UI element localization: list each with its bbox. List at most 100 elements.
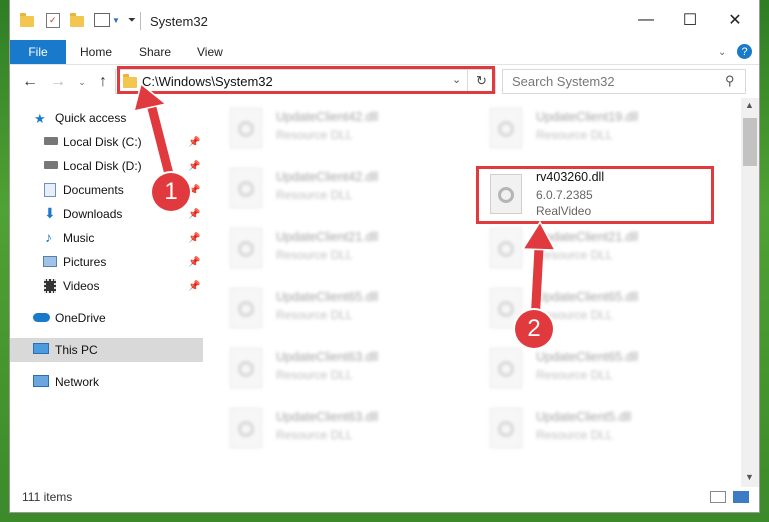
tab-home[interactable]: Home <box>80 40 112 64</box>
file-type: Resource DLL <box>536 128 613 142</box>
dll-file-icon <box>490 228 522 268</box>
dll-file-icon <box>230 348 262 388</box>
scrollbar-thumb[interactable] <box>743 118 757 166</box>
downloads-icon: ⬇ <box>44 205 56 221</box>
sidebar-item-pictures[interactable]: Pictures 📌 <box>10 250 203 274</box>
up-arrow-icon[interactable]: ↑ <box>93 72 113 92</box>
sidebar-item-label: This PC <box>55 343 98 357</box>
step-1-badge: 1 <box>152 173 190 211</box>
new-folder-icon[interactable] <box>70 13 84 27</box>
dll-file-icon <box>490 408 522 448</box>
list-item[interactable]: UpdateClient42.dll Resource DLL <box>230 104 470 154</box>
pin-icon[interactable]: 📌 <box>188 161 200 172</box>
folder-icon[interactable] <box>20 13 34 27</box>
list-item[interactable]: UpdateClient63.dll Resource DLL <box>230 344 470 394</box>
list-item[interactable]: UpdateClient21.dll Resource DLL <box>490 224 730 274</box>
sidebar-item-onedrive[interactable]: OneDrive <box>10 306 203 330</box>
help-icon[interactable]: ? <box>737 44 752 59</box>
network-icon <box>33 375 49 387</box>
videos-icon <box>44 279 56 293</box>
sidebar-item-label: Local Disk (C:) <box>63 135 142 149</box>
step-2-badge: 2 <box>515 310 553 348</box>
pin-icon[interactable]: 📌 <box>188 233 200 244</box>
list-item[interactable]: UpdateClient63.dll Resource DLL <box>230 404 470 454</box>
close-button[interactable]: ✕ <box>712 0 758 40</box>
sidebar-item-label: Network <box>55 375 100 389</box>
tiles-view-icon[interactable] <box>733 491 749 503</box>
file-type: Resource DLL <box>276 128 353 142</box>
sidebar-item-label: Music <box>63 231 95 245</box>
file-type: Resource DLL <box>536 368 613 382</box>
item-count: 111 items <box>22 490 73 504</box>
navigation-pane: ★ Quick access Local Disk (C:) 📌 Local D… <box>10 98 206 478</box>
list-item[interactable]: UpdateClient19.dll Resource DLL <box>490 104 730 154</box>
details-view-icon[interactable] <box>710 491 726 503</box>
explorer-window: ✓ ▼ ⏷ System32 — ☐ ✕ File Home Share Vie… <box>10 0 759 512</box>
file-name: UpdateClient21.dll <box>536 230 639 244</box>
computer-icon <box>33 343 49 354</box>
sidebar-item-label: Pictures <box>63 255 107 269</box>
window-title: System32 <box>150 14 208 29</box>
minimize-button[interactable]: — <box>623 0 669 40</box>
maximize-button[interactable]: ☐ <box>667 0 713 40</box>
search-icon: ⚲ <box>725 73 735 88</box>
dll-file-icon <box>490 348 522 388</box>
list-item[interactable]: UpdateClient42.dll Resource DLL <box>230 164 470 214</box>
file-name: UpdateClient21.dll <box>276 230 379 244</box>
file-name: UpdateClient63.dll <box>276 350 379 364</box>
back-arrow-icon[interactable]: ← <box>20 72 40 92</box>
file-name: UpdateClient19.dll <box>536 110 639 124</box>
pictures-icon <box>43 256 57 267</box>
file-type: Resource DLL <box>276 368 353 382</box>
sidebar-item-label: Local Disk (D:) <box>63 159 142 173</box>
chevron-down-icon[interactable]: ▼ <box>112 16 120 25</box>
view-options-icon[interactable] <box>94 13 110 27</box>
scroll-down-icon[interactable]: ▼ <box>745 472 754 482</box>
file-list: UpdateClient42.dll Resource DLL UpdateCl… <box>206 98 741 478</box>
list-item[interactable]: UpdateClient65.dll Resource DLL <box>490 344 730 394</box>
list-item[interactable]: UpdateClient65.dll Resource DLL <box>230 284 470 334</box>
drive-icon <box>44 161 58 169</box>
star-icon: ★ <box>34 111 46 126</box>
customize-toolbar-icon[interactable]: ⏷ <box>128 15 136 26</box>
music-icon: ♪ <box>45 229 52 245</box>
forward-arrow-icon[interactable]: → <box>48 72 68 92</box>
sidebar-item-label: Documents <box>63 183 124 197</box>
vertical-scrollbar[interactable]: ▲ ▼ <box>741 98 759 487</box>
dll-file-icon <box>230 408 262 448</box>
cloud-icon <box>33 313 50 322</box>
sidebar-item-network[interactable]: Network <box>10 370 203 394</box>
pin-icon[interactable]: 📌 <box>188 137 200 148</box>
file-name: UpdateClient63.dll <box>276 410 379 424</box>
sidebar-item-music[interactable]: ♪ Music 📌 <box>10 226 203 250</box>
sidebar-item-this-pc[interactable]: This PC <box>10 338 203 362</box>
status-bar: 111 items <box>10 487 759 512</box>
title-separator <box>140 12 141 30</box>
ribbon-tabs: File Home Share View ⌄ ? <box>10 40 759 65</box>
sidebar-item-local-disk-c[interactable]: Local Disk (C:) 📌 <box>10 130 203 154</box>
sidebar-item-label: Quick access <box>55 111 127 125</box>
tab-share[interactable]: Share <box>139 40 171 64</box>
quick-access-toolbar: ✓ ▼ ⏷ <box>20 10 136 30</box>
properties-icon[interactable]: ✓ <box>46 12 60 28</box>
sidebar-item-quick-access[interactable]: ★ Quick access <box>10 106 203 130</box>
sidebar-item-videos[interactable]: Videos 📌 <box>10 274 203 298</box>
tab-file[interactable]: File <box>10 40 66 64</box>
search-input[interactable]: Search System32 <box>512 74 615 89</box>
expand-ribbon-icon[interactable]: ⌄ <box>718 40 726 64</box>
recent-locations-icon[interactable]: ⌄ <box>72 72 92 92</box>
file-type: Resource DLL <box>276 428 353 442</box>
scroll-up-icon[interactable]: ▲ <box>745 100 754 110</box>
pin-icon[interactable]: 📌 <box>188 257 200 268</box>
tab-view[interactable]: View <box>197 40 223 64</box>
list-item[interactable]: UpdateClient21.dll Resource DLL <box>230 224 470 274</box>
file-type: Resource DLL <box>536 248 613 262</box>
file-type: Resource DLL <box>276 248 353 262</box>
pin-icon[interactable]: 📌 <box>188 281 200 292</box>
search-box[interactable]: Search System32 ⚲ <box>502 69 746 94</box>
documents-icon <box>44 183 56 197</box>
dll-file-icon <box>490 108 522 148</box>
file-type: Resource DLL <box>536 428 613 442</box>
list-item[interactable]: UpdateClient5.dll Resource DLL <box>490 404 730 454</box>
pin-icon[interactable]: 📌 <box>188 209 200 220</box>
